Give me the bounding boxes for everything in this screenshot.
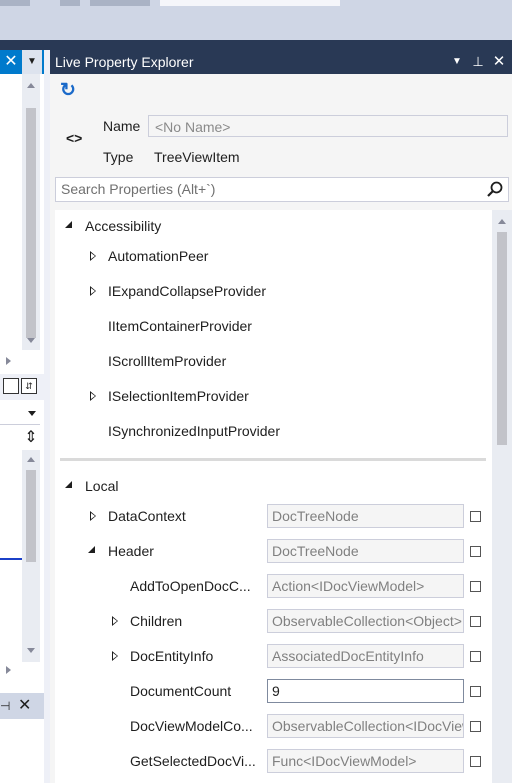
property-name[interactable]: DocEntityInfo	[130, 648, 213, 664]
scroll-up-icon[interactable]	[27, 457, 35, 462]
expand-arrow-icon[interactable]	[65, 481, 72, 488]
group-header-local[interactable]: Local	[85, 478, 118, 494]
group-separator	[60, 458, 486, 461]
left-lower-scrollbar-thumb[interactable]	[26, 470, 36, 562]
swap-view-icon[interactable]: ⇵	[21, 378, 37, 394]
property-value[interactable]: DocTreeNode	[267, 504, 464, 528]
property-name[interactable]: IItemContainerProvider	[108, 318, 252, 334]
property-checkbox[interactable]	[470, 721, 481, 732]
left-split-toolbar: ⇵	[0, 374, 44, 400]
left-lower-content	[0, 719, 44, 783]
code-glyph	[4, 604, 10, 610]
dropdown-menu-icon[interactable]: ▼	[448, 50, 466, 74]
property-value[interactable]: Func<IDocViewModel>	[267, 749, 464, 773]
property-name[interactable]: ISelectionItemProvider	[108, 388, 249, 404]
left-lower-scrollbar[interactable]	[22, 450, 40, 662]
panel-title: Live Property Explorer	[55, 54, 194, 70]
toolbar-fragment	[0, 0, 30, 6]
property-name[interactable]: IExpandCollapseProvider	[108, 283, 266, 299]
property-value-input[interactable]: 9	[267, 679, 464, 703]
property-name[interactable]: AutomationPeer	[108, 248, 208, 264]
scroll-down-icon[interactable]	[27, 648, 35, 653]
collapsed-arrow-icon[interactable]	[90, 391, 96, 401]
property-checkbox[interactable]	[470, 546, 481, 557]
pin-icon[interactable]: ⊥	[469, 50, 487, 74]
top-toolbar-strip	[0, 0, 512, 40]
window-dock-band	[0, 40, 512, 50]
property-value[interactable]: DocTreeNode	[267, 539, 464, 563]
property-name[interactable]: Children	[130, 613, 182, 629]
name-label: Name	[103, 118, 141, 134]
name-field[interactable]: <No Name>	[148, 115, 508, 137]
property-name[interactable]: DocViewModelCo...	[130, 718, 253, 734]
search-icon[interactable]	[486, 180, 504, 198]
close-icon[interactable]: ✕	[2, 51, 20, 73]
group-header-accessibility[interactable]: Accessibility	[85, 218, 161, 234]
collapsed-arrow-icon[interactable]	[90, 251, 96, 261]
panel-header: Live Property Explorer ▼ ⊥ ✕	[50, 50, 512, 74]
scroll-down-icon[interactable]	[27, 338, 35, 343]
scroll-up-icon[interactable]	[27, 83, 35, 88]
left-scrollbar-thumb[interactable]	[26, 108, 36, 338]
type-label: Type	[103, 149, 134, 165]
property-checkbox[interactable]	[470, 686, 481, 697]
property-name[interactable]: Header	[108, 543, 154, 559]
scroll-right-icon[interactable]	[6, 666, 11, 674]
property-name[interactable]: IScrollItemProvider	[108, 353, 226, 369]
type-value: TreeViewItem	[154, 149, 240, 165]
property-name[interactable]: AddToOpenDocC...	[130, 578, 251, 594]
toolbar-fragment	[60, 0, 80, 6]
property-checkbox[interactable]	[470, 756, 481, 767]
scroll-right-icon[interactable]	[6, 357, 11, 365]
close-icon[interactable]: ✕	[490, 50, 508, 74]
pin-icon[interactable]: ⊣	[0, 695, 10, 717]
element-code-icon: <>	[66, 130, 83, 146]
property-name[interactable]: DataContext	[108, 508, 186, 524]
splitter-handle-icon[interactable]: ⇕	[20, 428, 42, 448]
panel-toolbar: ↻	[50, 74, 512, 108]
property-value[interactable]: ObservableCollection<IDocViewModel>	[267, 714, 464, 738]
dropdown-menu-icon[interactable]: ▼	[22, 50, 42, 74]
property-value[interactable]: AssociatedDocEntityInfo	[267, 644, 464, 668]
property-value[interactable]: Action<IDocViewModel>	[267, 574, 464, 598]
collapsed-arrow-icon[interactable]	[112, 616, 118, 626]
properties-scrollbar[interactable]	[492, 210, 512, 783]
search-properties-input[interactable]: Search Properties (Alt+`)	[55, 177, 509, 202]
property-name[interactable]: DocumentCount	[130, 683, 231, 699]
close-icon[interactable]: ✕	[18, 695, 31, 717]
property-checkbox[interactable]	[470, 651, 481, 662]
property-checkbox[interactable]	[470, 581, 481, 592]
left-combo-box[interactable]	[0, 402, 40, 425]
expand-arrow-icon[interactable]	[65, 221, 72, 228]
refresh-icon[interactable]: ↻	[58, 81, 78, 101]
code-marker	[0, 558, 22, 560]
property-name[interactable]: GetSelectedDocVi...	[130, 753, 256, 769]
scroll-up-icon[interactable]	[498, 219, 506, 224]
property-checkbox[interactable]	[470, 616, 481, 627]
toolbar-fragment	[90, 0, 150, 6]
collapsed-arrow-icon[interactable]	[90, 286, 96, 296]
toolbar-combo-fragment	[160, 0, 340, 6]
left-tool-window-header: ✕ ▼	[0, 50, 44, 74]
property-checkbox[interactable]	[470, 511, 481, 522]
property-value[interactable]: ObservableCollection<Object>	[267, 609, 464, 633]
collapsed-arrow-icon[interactable]	[112, 651, 118, 661]
chevron-down-icon	[28, 411, 36, 416]
collapsed-arrow-icon[interactable]	[90, 511, 96, 521]
left-lower-tool-window-header: ⊣ ✕	[0, 693, 44, 719]
expand-arrow-icon[interactable]	[88, 546, 95, 553]
property-name[interactable]: ISynchronizedInputProvider	[108, 423, 280, 439]
properties-scrollbar-thumb[interactable]	[497, 232, 507, 445]
left-scrollbar[interactable]	[22, 74, 40, 350]
split-view-icon[interactable]	[3, 378, 19, 394]
search-placeholder: Search Properties (Alt+`)	[61, 181, 216, 197]
